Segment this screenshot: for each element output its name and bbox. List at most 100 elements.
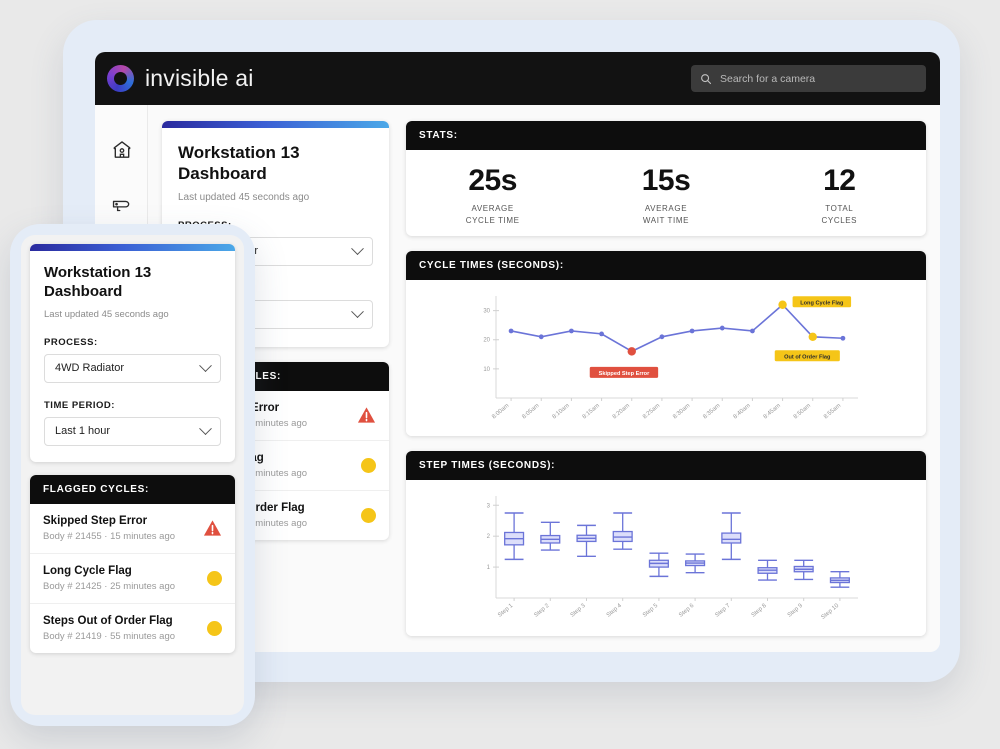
gradient-accent-bar xyxy=(162,121,389,128)
phone-workstation-dashboard-card: Workstation 13 Dashboard Last updated 45… xyxy=(30,244,235,462)
box-plot-item xyxy=(793,559,814,581)
box-plot-item xyxy=(612,512,633,550)
stat-label: AVERAGE WAIT TIME xyxy=(642,204,690,225)
data-point xyxy=(719,325,725,331)
y-axis-tick-label: 2 xyxy=(487,534,491,540)
phone-time-period-selected-value: Last 1 hour xyxy=(55,425,111,437)
chart-annotation-badge: Long Cycle Flag xyxy=(792,296,852,308)
x-axis-tick-label: 8:05am xyxy=(521,403,540,420)
cycle-times-chart: 10 20 30 8:00am 8:05am 8:10am 8:15am 8:20am 8:25… xyxy=(406,280,926,437)
y-axis-tick-label: 10 xyxy=(483,367,490,373)
flagged-cycle-meta: Body # 21455 · 15 minutes ago xyxy=(43,530,176,542)
x-axis-tick-label: 8:20am xyxy=(612,403,631,420)
phone-page-title-line1: Workstation 13 xyxy=(44,264,152,281)
camera-icon xyxy=(112,200,130,211)
y-axis-tick-label: 1 xyxy=(487,565,491,571)
box-plot-item xyxy=(576,524,597,558)
warning-dot-icon xyxy=(361,507,376,523)
stats-card: STATS: 25s AVERAGE CYCLE TIME 15s AVERAGE WAI… xyxy=(406,121,926,237)
phone-page-title-line2: Dashboard xyxy=(44,282,123,300)
box-plot-item xyxy=(540,521,561,551)
stats-values-row: 25s AVERAGE CYCLE TIME 15s AVERAGE WAIT TIME 1… xyxy=(406,150,926,236)
step-times-header: STEP TIMES (SECONDS): xyxy=(406,451,926,481)
x-axis-tick-label: 8:35am xyxy=(702,403,721,420)
chevron-down-icon xyxy=(199,421,212,435)
x-axis-tick-label: 8:45am xyxy=(763,403,782,420)
phone-last-updated-text: Last updated 45 seconds ago xyxy=(44,308,169,320)
phone-time-period-select[interactable]: Last 1 hour xyxy=(44,416,221,446)
x-axis-tick-label: 8:30am xyxy=(672,403,691,420)
search-input[interactable]: Search for a camera xyxy=(691,65,926,92)
step-times-chart: 1 2 3 Step 1 Step 2 Step 3 Step 4 Step 5 Step 6 S… xyxy=(406,480,926,637)
brand-logo[interactable]: invisible ai xyxy=(107,65,254,92)
x-axis-tick-label: 8:55am xyxy=(823,403,842,420)
phone-flagged-cycle-row[interactable]: Long Cycle Flag Body # 21425 · 25 minutes… xyxy=(30,554,235,604)
y-axis-tick-label: 30 xyxy=(483,309,490,315)
invisible-ai-logo-icon xyxy=(107,65,134,92)
step-times-card: STEP TIMES (SECONDS): 1 2 3 Step 1 Step 2 Ste… xyxy=(406,451,926,637)
data-point xyxy=(840,335,846,341)
cycle-times-card: CYCLE TIMES (SECONDS): 10 20 30 8:00am 8:05a… xyxy=(406,251,926,437)
stats-header: STATS: xyxy=(406,121,926,150)
brand-name: invisible ai xyxy=(145,65,254,91)
stat-label: TOTAL CYCLES xyxy=(821,204,858,225)
flagged-cycle-name: Long Cycle Flag xyxy=(43,564,132,577)
data-point xyxy=(689,328,695,334)
chevron-down-icon xyxy=(199,358,212,372)
x-axis-tick-label: Step 5 xyxy=(642,603,660,619)
x-axis-tick-label: 8:15am xyxy=(582,403,601,420)
data-point xyxy=(538,334,544,340)
x-axis-tick-label: Step 8 xyxy=(751,603,769,619)
data-point xyxy=(778,300,787,310)
phone-screen: Workstation 13 Dashboard Last updated 45… xyxy=(21,235,244,715)
flagged-cycle-text: Skipped Step Error Body # 21455 · 15 minu… xyxy=(43,515,203,542)
data-point xyxy=(599,331,604,337)
box-plot-item xyxy=(648,552,669,578)
phone-flagged-cycle-row[interactable]: Steps Out of Order Flag Body # 21419 · 55… xyxy=(30,604,235,653)
phone-time-period-label: TIME PERIOD: xyxy=(44,399,115,411)
phone-process-selected-value: 4WD Radiator xyxy=(55,362,125,374)
data-point xyxy=(508,328,514,334)
screenshot-root: invisible ai Search for a camera Worksta… xyxy=(0,0,1000,749)
sidebar-item-home[interactable] xyxy=(95,123,148,177)
stat-item: 12 TOTAL CYCLES xyxy=(753,164,926,226)
phone-flagged-cycles-list: Skipped Step Error Body # 21455 · 15 minu… xyxy=(30,504,235,653)
x-axis-tick-label: 8:10am xyxy=(552,403,571,420)
y-axis-tick-label: 3 xyxy=(487,503,491,509)
x-axis-tick-label: 8:25am xyxy=(642,403,661,420)
chart-annotation-badge: Out of Order Flag xyxy=(774,350,840,362)
stat-item: 15s AVERAGE WAIT TIME xyxy=(579,164,752,226)
stat-value: 15s xyxy=(641,164,691,197)
x-axis-tick-label: Step 7 xyxy=(714,603,732,619)
stat-value: 25s xyxy=(468,164,517,197)
x-axis-tick-label: Step 2 xyxy=(533,603,551,619)
warning-dot-icon xyxy=(361,457,376,473)
x-axis-tick-label: Step 9 xyxy=(787,603,805,619)
cycle-times-header: CYCLE TIMES (SECONDS): xyxy=(406,251,926,281)
x-axis-tick-label: Step 1 xyxy=(497,603,515,619)
stat-item: 25s AVERAGE CYCLE TIME xyxy=(406,164,579,226)
last-updated-text: Last updated 45 seconds ago xyxy=(178,191,310,203)
x-axis-tick-label: 8:00am xyxy=(491,403,510,420)
chart-annotation-badge: Skipped Step Error xyxy=(589,366,659,378)
stat-value: 12 xyxy=(823,164,856,197)
phone-process-select[interactable]: 4WD Radiator xyxy=(44,353,221,383)
page-title-line1: Workstation 13 xyxy=(178,143,300,162)
x-axis-tick-label: 8:50am xyxy=(793,403,812,420)
gradient-accent-bar xyxy=(30,244,235,251)
chevron-down-icon xyxy=(351,304,364,318)
phone-flagged-cycle-row[interactable]: Skipped Step Error Body # 21455 · 15 minu… xyxy=(30,504,235,554)
flagged-cycle-name: Steps Out of Order Flag xyxy=(43,614,173,627)
flagged-cycle-name: Skipped Step Error xyxy=(43,514,148,527)
warning-dot-icon xyxy=(207,570,222,586)
x-axis-tick-label: Step 4 xyxy=(606,603,624,619)
warning-dot-icon xyxy=(207,620,222,636)
top-navigation-bar: invisible ai Search for a camera xyxy=(95,52,940,105)
flagged-cycle-meta: Body # 21419 · 55 minutes ago xyxy=(43,630,176,642)
data-point xyxy=(659,334,665,340)
flagged-cycle-text: Long Cycle Flag Body # 21425 · 25 minutes… xyxy=(43,565,207,592)
box-plot-item xyxy=(829,571,850,588)
chevron-down-icon xyxy=(351,241,364,255)
sidebar-item-cameras[interactable] xyxy=(95,177,148,231)
svg-text:Skipped Step Error: Skipped Step Error xyxy=(599,371,650,377)
